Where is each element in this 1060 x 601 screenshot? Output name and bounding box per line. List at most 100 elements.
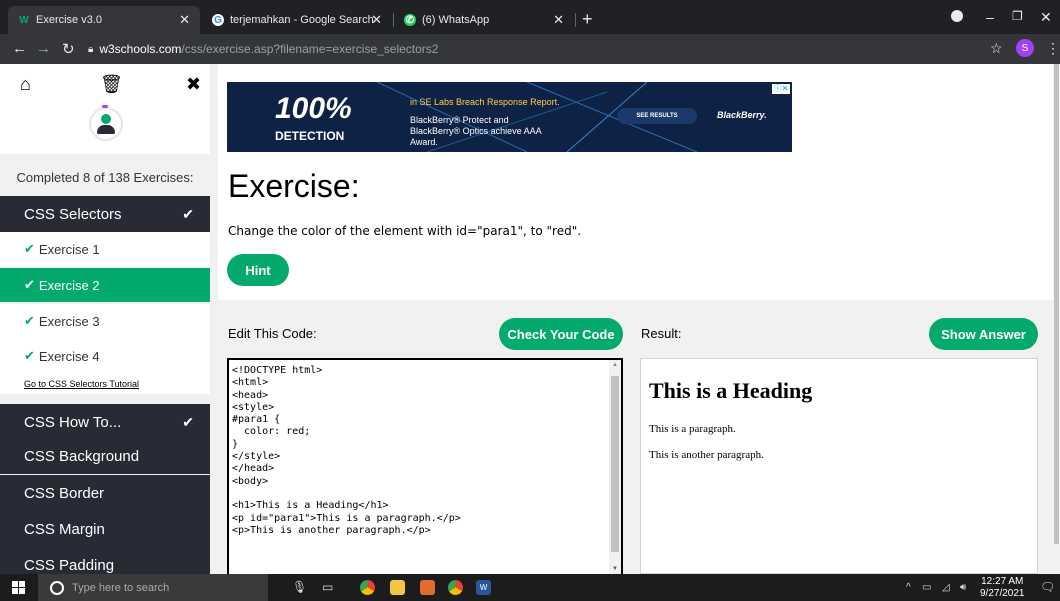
back-icon[interactable]: ←: [12, 40, 27, 57]
bookmark-star-icon[interactable]: ☆: [990, 40, 1003, 57]
close-window-icon[interactable]: ✕: [1040, 9, 1052, 26]
taskbar-clock[interactable]: 12:27 AM 9/27/2021: [980, 576, 1025, 600]
battery-icon[interactable]: ▭: [922, 582, 931, 593]
windows-taskbar: Type here to search 🎙︎ ▭ W ^ ▭ ◿ 🔊︎ 12:2…: [0, 574, 1060, 601]
edit-code-label: Edit This Code:: [228, 326, 317, 341]
sublime-text-icon[interactable]: [420, 580, 435, 595]
volume-icon[interactable]: 🔊︎: [960, 582, 966, 593]
close-tab-icon[interactable]: ✕: [371, 12, 382, 28]
exercise-1[interactable]: ✔ Exercise 1: [0, 232, 210, 266]
scroll-up-icon[interactable]: ▲: [612, 362, 618, 368]
sidebar-header: ⌂ 🗑︎ ✖: [0, 64, 210, 154]
tab-title: Exercise v3.0: [36, 14, 103, 26]
ad-headline: 100%: [275, 92, 352, 125]
editor-scrollbar-thumb[interactable]: [611, 376, 619, 552]
ad-choices-icon[interactable]: ⓘ✕: [772, 84, 790, 94]
w3schools-icon: W: [19, 14, 29, 26]
google-icon: G: [212, 14, 224, 26]
user-avatar-icon: [89, 105, 123, 141]
scroll-down-icon[interactable]: ▼: [612, 566, 618, 572]
new-tab-icon[interactable]: +: [582, 9, 593, 30]
ad-line-2: BlackBerry® Protect and BlackBerry® Opti…: [410, 115, 542, 147]
completed-count: Completed 8 of 138 Exercises:: [16, 170, 194, 185]
minimize-icon[interactable]: –: [986, 9, 994, 25]
forward-icon[interactable]: →: [36, 40, 51, 57]
tab-whatsapp[interactable]: ✆ (6) WhatsApp ✕: [394, 6, 574, 34]
tab-google-search[interactable]: G terjemahkan - Google Search ✕: [202, 6, 392, 34]
section-css-how-to[interactable]: CSS How To... ✔: [0, 404, 210, 440]
task-view-icon[interactable]: ▭: [322, 580, 333, 594]
word-icon[interactable]: W: [476, 580, 491, 595]
tab-exercise[interactable]: W Exercise v3.0 ✕: [8, 6, 200, 34]
exercise-4[interactable]: ✔ Exercise 4: [0, 337, 210, 375]
trash-icon[interactable]: 🗑︎: [100, 74, 123, 95]
whatsapp-icon: ✆: [404, 14, 416, 26]
ad-cta-button[interactable]: SEE RESULTS: [617, 108, 697, 124]
ad-brand-logo: BlackBerry.: [717, 110, 767, 120]
tab-title: (6) WhatsApp: [422, 14, 490, 26]
ad-banner[interactable]: 100% DETECTION in SE Labs Breach Respons…: [227, 82, 792, 152]
section-css-border[interactable]: CSS Border: [0, 475, 210, 511]
wifi-icon[interactable]: ◿: [942, 582, 950, 593]
section-label: CSS Margin: [24, 520, 105, 538]
checkmark-icon: ✔: [182, 413, 194, 430]
ad-line-1: in SE Labs Breach Response Report.: [410, 97, 560, 107]
exercise-sidebar: ⌂ 🗑︎ ✖ Completed 8 of 138 Exercises: CSS…: [0, 64, 210, 574]
result-paragraph-1: This is a paragraph.: [649, 423, 736, 435]
url-domain: w3schools.com: [99, 42, 182, 56]
checkmark-icon: ✔: [24, 313, 35, 328]
notification-icon[interactable]: 🗨︎: [1040, 580, 1055, 594]
result-label: Result:: [641, 326, 682, 341]
section-css-background[interactable]: CSS Background: [0, 438, 210, 474]
checkmark-icon: ✔: [24, 348, 35, 363]
browser-menu-icon[interactable]: ⋮: [1046, 40, 1060, 57]
section-css-padding[interactable]: CSS Padding: [0, 547, 210, 574]
chrome-taskbar-icon[interactable]: [360, 580, 375, 595]
close-tab-icon[interactable]: ✕: [179, 12, 190, 28]
profile-avatar[interactable]: S: [1016, 39, 1034, 57]
show-hidden-icons[interactable]: ^: [906, 582, 911, 593]
checkmark-icon: ✔: [182, 205, 194, 222]
tutorial-link[interactable]: Go to CSS Selectors Tutorial: [24, 379, 139, 389]
section-label: CSS How To...: [24, 413, 122, 431]
address-bar: ← → ↻ 🔒︎ w3schools.com/css/exercise.asp?…: [0, 34, 1060, 64]
show-answer-button[interactable]: Show Answer: [929, 318, 1038, 350]
file-explorer-icon[interactable]: [390, 580, 405, 595]
close-tab-icon[interactable]: ✕: [553, 12, 564, 28]
check-your-code-button[interactable]: Check Your Code: [499, 318, 623, 350]
exercise-instruction: Change the color of the element with id=…: [228, 224, 582, 238]
reload-icon[interactable]: ↻: [62, 40, 75, 58]
sidebar-scrollbar[interactable]: [210, 64, 218, 574]
taskbar-search-placeholder: Type here to search: [72, 581, 170, 594]
home-icon[interactable]: ⌂: [20, 74, 31, 95]
code-editor[interactable]: <!DOCTYPE html> <html> <head> <style> #p…: [227, 358, 623, 574]
url-field[interactable]: 🔒︎ w3schools.com/css/exercise.asp?filena…: [88, 39, 998, 59]
restore-icon[interactable]: ❐: [1012, 9, 1023, 23]
section-css-selectors[interactable]: CSS Selectors ✔: [0, 196, 210, 232]
microphone-icon[interactable]: 🎙︎: [292, 580, 307, 594]
close-icon[interactable]: ✖: [186, 74, 201, 95]
section-label: CSS Border: [24, 484, 105, 502]
exercise-2[interactable]: ✔ Exercise 2: [0, 268, 210, 302]
section-label: CSS Selectors: [24, 205, 122, 223]
exercise-3[interactable]: ✔ Exercise 3: [0, 304, 210, 338]
checkmark-icon: ✔: [24, 277, 35, 292]
taskbar-search[interactable]: Type here to search: [38, 574, 268, 601]
windows-start-icon[interactable]: [12, 581, 25, 594]
exercise-label: Exercise 2: [38, 277, 100, 293]
page-scrollbar-thumb[interactable]: [1054, 64, 1059, 544]
cortana-icon: [50, 580, 64, 595]
section-label: CSS Padding: [24, 556, 115, 574]
tab-separator: [575, 13, 576, 27]
taskbar-time: 12:27 AM: [981, 576, 1024, 587]
tab-title: terjemahkan - Google Search: [230, 14, 374, 26]
browser-menu-dot-icon[interactable]: [951, 10, 963, 22]
section-css-margin[interactable]: CSS Margin: [0, 511, 210, 547]
code-text[interactable]: <!DOCTYPE html> <html> <head> <style> #p…: [232, 365, 461, 537]
chrome-profile-taskbar-icon[interactable]: [448, 580, 463, 595]
exercise-label: Exercise 4: [38, 348, 100, 364]
checkmark-icon: ✔: [24, 241, 35, 256]
lock-icon: 🔒︎: [88, 43, 94, 55]
hint-button[interactable]: Hint: [227, 254, 289, 286]
ad-subheadline: DETECTION: [275, 129, 345, 143]
